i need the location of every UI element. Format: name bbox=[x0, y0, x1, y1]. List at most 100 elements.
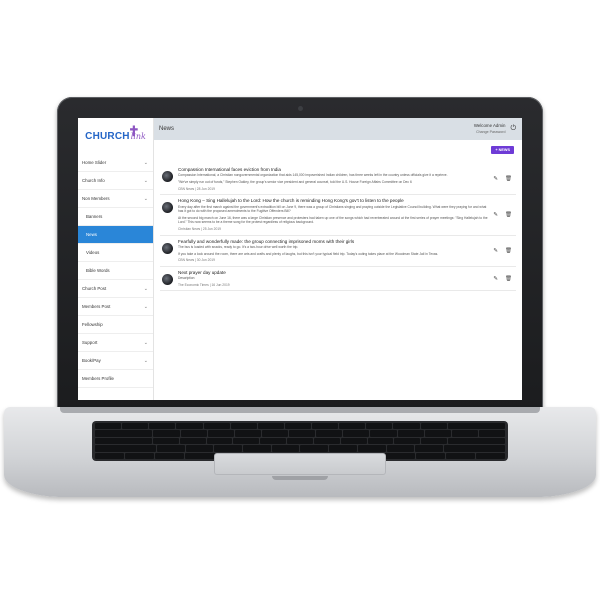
keyboard-key bbox=[329, 445, 357, 452]
cross-icon: ✝ bbox=[128, 123, 140, 139]
user-area: Welcome Admin Change Password ⏻ bbox=[474, 123, 516, 135]
news-paragraph: If you take a look around the room, ther… bbox=[178, 251, 439, 256]
keyboard-key bbox=[234, 430, 261, 437]
pencil-icon[interactable]: ✎ bbox=[493, 176, 498, 182]
sidebar-item-label: Church Info bbox=[82, 178, 105, 183]
sidebar-item-label: Church Post bbox=[82, 286, 107, 291]
news-actions: ✎ 🗑 bbox=[490, 212, 516, 218]
sidebar-item-church-post[interactable]: Church Post ⌄ bbox=[78, 280, 153, 298]
keyboard-key bbox=[284, 423, 311, 430]
sidebar-item-book-pay[interactable]: Book/Pay ⌄ bbox=[78, 352, 153, 370]
news-body: Fearfully and wonderfully made: the grou… bbox=[173, 239, 490, 263]
sidebar-item-bible-words[interactable]: Bible Words bbox=[78, 262, 153, 280]
app-window: CHURCH ✝ link Home Slider ⌄ Church Info ⌄ No… bbox=[78, 118, 522, 400]
keyboard-key bbox=[154, 452, 184, 459]
sidebar-item-news[interactable]: News bbox=[78, 226, 153, 244]
webcam bbox=[298, 106, 303, 111]
news-title: Compassion International faces eviction … bbox=[178, 167, 281, 172]
keyboard-key bbox=[394, 437, 421, 445]
keyboard-key bbox=[416, 452, 446, 459]
chevron-down-icon[interactable]: ⌄ bbox=[144, 340, 148, 346]
news-row[interactable]: Compassion International faces eviction … bbox=[160, 164, 516, 196]
keyboard-row bbox=[95, 437, 505, 445]
sidebar-item-members-profile[interactable]: Members Profile bbox=[78, 370, 153, 388]
keyboard-key bbox=[339, 423, 366, 430]
trash-icon[interactable]: 🗑 bbox=[505, 176, 512, 182]
keyboard-key bbox=[153, 430, 180, 437]
sidebar-item-fellowship[interactable]: Fellowship bbox=[78, 316, 153, 334]
add-news-button[interactable]: + NEWS bbox=[491, 146, 514, 154]
keyboard-key bbox=[393, 423, 420, 430]
power-icon[interactable]: ⏻ bbox=[510, 125, 516, 133]
logo[interactable]: CHURCH ✝ link bbox=[78, 118, 153, 154]
chevron-down-icon[interactable]: ⌄ bbox=[144, 196, 148, 202]
user-block: Welcome Admin Change Password bbox=[474, 123, 506, 135]
trash-icon[interactable]: 🗑 bbox=[505, 248, 512, 254]
laptop-lid: CHURCH ✝ link Home Slider ⌄ Church Info ⌄ No… bbox=[57, 97, 543, 415]
sidebar-item-label: Support bbox=[82, 340, 98, 345]
change-password-link[interactable]: Change Password bbox=[474, 129, 505, 135]
pencil-icon[interactable]: ✎ bbox=[493, 276, 498, 282]
keyboard-key bbox=[179, 437, 206, 445]
news-row[interactable]: Next prayer day update Description The Eco… bbox=[160, 267, 516, 292]
keyboard-key bbox=[122, 423, 149, 430]
keyboard-key bbox=[424, 430, 451, 437]
keyboard-row bbox=[95, 423, 506, 430]
keyboard-row bbox=[95, 430, 506, 437]
keyboard-key bbox=[124, 452, 154, 459]
keyboard-key bbox=[340, 437, 367, 445]
keyboard-key bbox=[370, 430, 397, 437]
keyboard-key bbox=[415, 445, 443, 452]
trash-icon[interactable]: 🗑 bbox=[505, 212, 512, 218]
keyboard-key bbox=[300, 445, 329, 452]
keyboard-key bbox=[243, 445, 271, 452]
keyboard-key bbox=[214, 445, 243, 452]
news-content: + NEWS Compassion International faces ev… bbox=[154, 140, 522, 400]
sidebar-item-label: Videos bbox=[86, 250, 100, 255]
keyboard-key bbox=[152, 437, 179, 445]
sidebar-item-members-post[interactable]: Members Post ⌄ bbox=[78, 298, 153, 316]
news-row[interactable]: Fearfully and wonderfully made: the grou… bbox=[160, 236, 516, 267]
laptop-screen: CHURCH ✝ link Home Slider ⌄ Church Info ⌄ No… bbox=[78, 118, 522, 400]
keyboard-key bbox=[448, 437, 505, 445]
top-bar: News Welcome Admin Change Password ⏻ bbox=[154, 118, 522, 140]
keyboard-key bbox=[271, 445, 300, 452]
news-thumbnail bbox=[162, 202, 173, 214]
trash-icon[interactable]: 🗑 bbox=[505, 276, 512, 282]
news-title: Next prayer day update bbox=[178, 269, 226, 275]
chevron-down-icon[interactable]: ⌄ bbox=[144, 358, 148, 364]
sidebar-item-non-members[interactable]: Non Members ⌄ bbox=[78, 190, 153, 208]
chevron-down-icon[interactable]: ⌄ bbox=[144, 160, 148, 166]
news-thumbnail bbox=[162, 273, 173, 285]
chevron-down-icon[interactable]: ⌄ bbox=[144, 304, 148, 310]
keyboard-key bbox=[207, 430, 234, 437]
sidebar-item-label: Book/Pay bbox=[82, 358, 101, 363]
sidebar-item-label: Non Members bbox=[82, 196, 110, 201]
keyboard-key bbox=[446, 452, 476, 459]
keyboard-key bbox=[421, 437, 448, 445]
main-panel: News Welcome Admin Change Password ⏻ + N… bbox=[154, 118, 522, 400]
sidebar-item-label: News bbox=[86, 232, 97, 237]
keyboard-key bbox=[233, 437, 260, 445]
sidebar-item-support[interactable]: Support ⌄ bbox=[78, 334, 153, 352]
news-row[interactable]: Hong Kong – Sing Hallelujah to the Lord:… bbox=[160, 195, 516, 236]
sidebar-item-home-slider[interactable]: Home Slider ⌄ bbox=[78, 154, 153, 172]
keyboard-key bbox=[316, 430, 343, 437]
keyboard-key bbox=[185, 445, 214, 452]
chevron-down-icon[interactable]: ⌄ bbox=[144, 286, 148, 292]
pencil-icon[interactable]: ✎ bbox=[493, 248, 498, 254]
sidebar-item-videos[interactable]: Videos bbox=[78, 244, 153, 262]
news-paragraph: At the second big march on June 16, ther… bbox=[178, 215, 488, 225]
keyboard-key bbox=[312, 423, 339, 430]
keyboard-key bbox=[386, 445, 415, 452]
news-paragraph: Every day after the first march against … bbox=[178, 204, 487, 214]
keyboard-key bbox=[443, 445, 505, 452]
chevron-down-icon[interactable]: ⌄ bbox=[144, 178, 148, 184]
news-title: Hong Kong – Sing Hallelujah to the Lord:… bbox=[178, 198, 404, 204]
lid-notch bbox=[272, 476, 328, 480]
pencil-icon[interactable]: ✎ bbox=[493, 212, 498, 218]
sidebar-item-banners[interactable]: Banners bbox=[78, 208, 153, 226]
sidebar-item-church-info[interactable]: Church Info ⌄ bbox=[78, 172, 153, 190]
sidebar-item-label: Bible Words bbox=[86, 268, 110, 273]
keyboard-key bbox=[420, 423, 447, 430]
